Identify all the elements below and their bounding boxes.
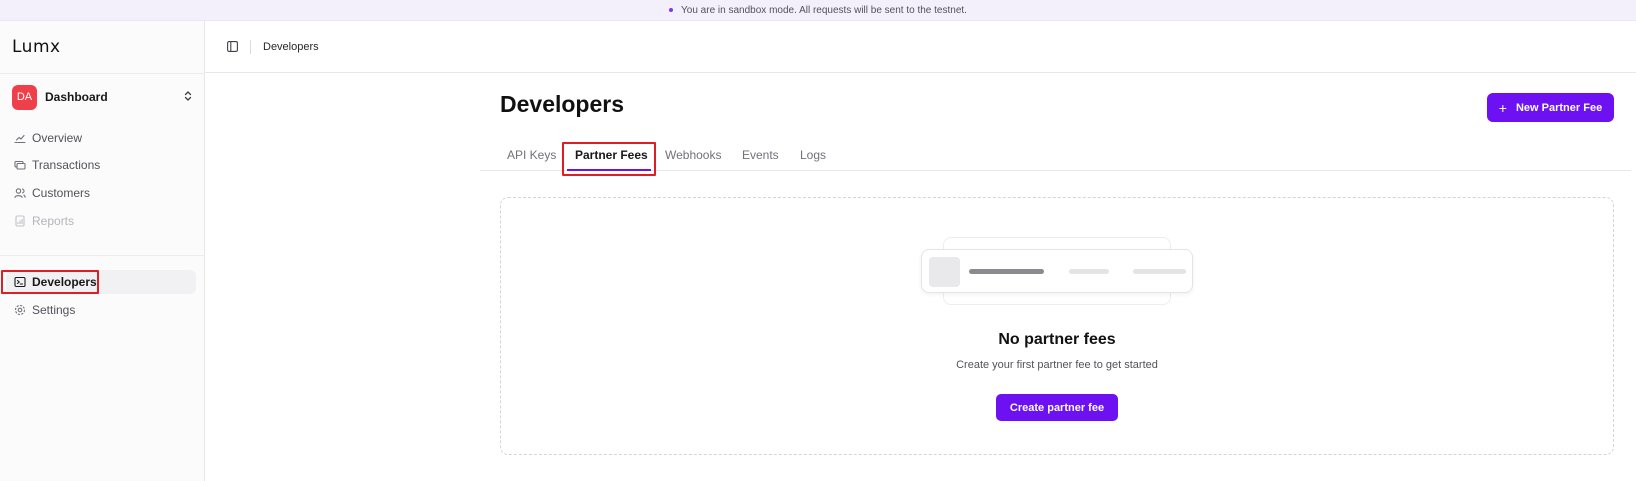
- tab-webhooks[interactable]: Webhooks: [665, 148, 721, 170]
- sidebar-item-customers[interactable]: Customers: [6, 181, 196, 205]
- sidebar-divider: [0, 255, 205, 256]
- users-icon: [14, 187, 26, 199]
- plus-icon: +: [1498, 99, 1507, 116]
- placeholder-bar: [969, 269, 1044, 274]
- tab-partner-fees[interactable]: Partner Fees: [575, 148, 648, 170]
- gear-icon: [14, 304, 26, 316]
- placeholder-bar: [1069, 269, 1109, 274]
- org-name: Dashboard: [45, 90, 108, 104]
- active-tab-indicator: [567, 169, 651, 171]
- transactions-icon: [14, 159, 26, 171]
- terminal-icon: [14, 276, 26, 288]
- placeholder-thumbnail: [929, 257, 960, 287]
- org-switcher[interactable]: DA Dashboard: [12, 84, 196, 110]
- sidebar-item-overview[interactable]: Overview: [6, 126, 196, 150]
- tab-logs[interactable]: Logs: [800, 148, 826, 170]
- chevron-up-down-icon: [184, 90, 192, 103]
- sidebar: Lumx DA Dashboard Overview Transactions …: [0, 21, 205, 481]
- new-partner-fee-label: New Partner Fee: [1515, 101, 1603, 114]
- sidebar-item-label: Transactions: [32, 158, 101, 172]
- sidebar-item-label: Reports: [32, 214, 75, 228]
- top-bar: Developers: [205, 21, 1636, 73]
- sidebar-item-label: Customers: [32, 186, 91, 200]
- page-title: Developers: [500, 91, 625, 117]
- sandbox-banner-text: You are in sandbox mode. All requests wi…: [681, 4, 967, 16]
- tab-events[interactable]: Events: [742, 148, 779, 170]
- logo[interactable]: Lumx: [12, 37, 61, 57]
- sandbox-banner: You are in sandbox mode. All requests wi…: [0, 0, 1636, 21]
- sidebar-item-label: Overview: [32, 131, 83, 145]
- status-dot-icon: [669, 8, 674, 12]
- sidebar-item-developers[interactable]: Developers: [6, 270, 196, 294]
- breadcrumb[interactable]: Developers: [263, 41, 319, 53]
- breadcrumb-separator: [250, 39, 251, 54]
- tab-api-keys[interactable]: API Keys: [507, 148, 556, 170]
- sidebar-item-reports[interactable]: Reports: [6, 209, 196, 233]
- sidebar-item-label: Developers: [32, 275, 97, 289]
- sidebar-item-label: Settings: [32, 303, 76, 317]
- sidebar-toggle-icon[interactable]: [227, 41, 238, 52]
- tabs: API Keys Partner Fees Webhooks Events Lo…: [480, 143, 1631, 171]
- new-partner-fee-button[interactable]: + New Partner Fee: [1487, 93, 1614, 122]
- empty-illustration: [921, 249, 1193, 293]
- empty-state-subtitle: Create your first partner fee to get sta…: [956, 359, 1158, 371]
- sidebar-item-transactions[interactable]: Transactions: [6, 153, 196, 177]
- create-partner-fee-button[interactable]: Create partner fee: [996, 394, 1118, 421]
- placeholder-bar: [1133, 269, 1186, 274]
- sidebar-item-settings[interactable]: Settings: [6, 298, 196, 322]
- report-icon: [14, 215, 26, 227]
- chart-icon: [14, 132, 26, 144]
- empty-state-title: No partner fees: [998, 331, 1116, 348]
- sidebar-divider: [0, 73, 205, 74]
- avatar: DA: [12, 84, 37, 110]
